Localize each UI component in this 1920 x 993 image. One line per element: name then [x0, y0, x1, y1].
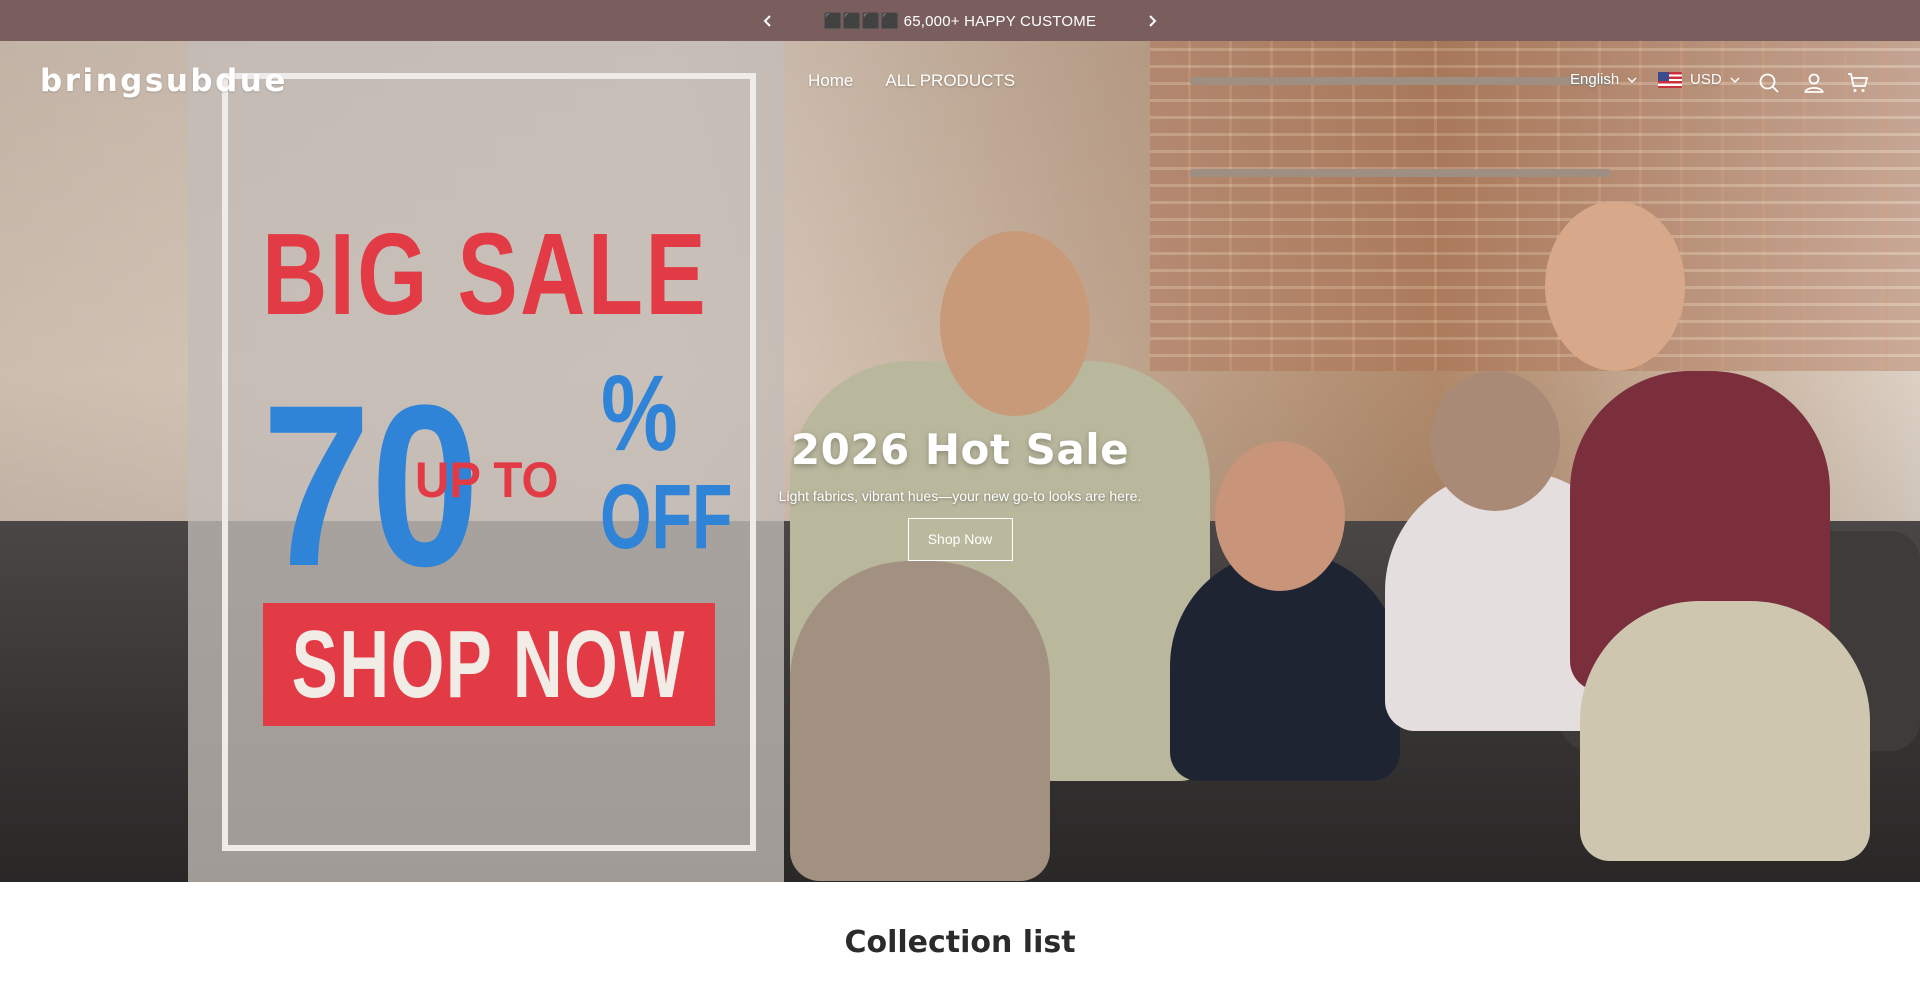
- shop-now-banner-label: SHOP NOW: [291, 610, 687, 718]
- search-button[interactable]: [1755, 69, 1783, 97]
- mother-legs: [1580, 601, 1870, 861]
- chevron-left-icon: [763, 14, 771, 27]
- background-shelf: [1190, 169, 1610, 177]
- site-header: bringsubdue Home ALL PRODUCTS English US…: [0, 41, 1920, 125]
- shop-now-button[interactable]: Shop Now: [907, 518, 1013, 561]
- search-icon: [1759, 73, 1779, 93]
- hero-content: 2026 Hot Sale Light fabrics, vibrant hue…: [0, 425, 1920, 561]
- account-icon: [1804, 73, 1824, 93]
- big-sale-text: BIG SALE: [262, 209, 709, 339]
- currency-label: USD: [1690, 71, 1722, 88]
- cart-icon: [1848, 73, 1869, 92]
- account-button[interactable]: [1800, 69, 1828, 97]
- cart-button[interactable]: [1844, 69, 1872, 97]
- hero-banner: BIG SALE 70 UP TO % OFF SHOP NOW 2026 Ho…: [0, 41, 1920, 882]
- chevron-down-icon: [1627, 77, 1637, 83]
- announcement-prev-button[interactable]: [748, 1, 788, 41]
- chevron-right-icon: [1149, 14, 1157, 27]
- announcement-next-button[interactable]: [1132, 1, 1172, 41]
- announcement-bar: ⬛⬛⬛⬛ 65,000+ HAPPY CUSTOME: [0, 0, 1920, 41]
- site-logo[interactable]: bringsubdue: [40, 63, 288, 99]
- main-nav: Home ALL PRODUCTS: [808, 71, 1015, 91]
- announcement-text: ⬛⬛⬛⬛ 65,000+ HAPPY CUSTOME: [823, 12, 1097, 30]
- chevron-down-icon: [1730, 77, 1740, 83]
- mother-head: [1545, 201, 1685, 371]
- collection-list-heading: Collection list: [844, 925, 1076, 960]
- hero-subtitle: Light fabrics, vibrant hues—your new go-…: [778, 488, 1142, 504]
- shop-now-banner[interactable]: SHOP NOW: [263, 603, 715, 726]
- language-selector[interactable]: English: [1570, 71, 1637, 88]
- father-legs: [790, 561, 1050, 881]
- hero-title: 2026 Hot Sale: [790, 425, 1130, 474]
- us-flag-icon: [1658, 71, 1682, 88]
- language-label: English: [1570, 71, 1620, 88]
- nav-item-all-products[interactable]: ALL PRODUCTS: [885, 71, 1015, 91]
- father-head: [940, 231, 1090, 416]
- currency-selector[interactable]: USD: [1658, 71, 1740, 88]
- nav-item-home[interactable]: Home: [808, 71, 853, 91]
